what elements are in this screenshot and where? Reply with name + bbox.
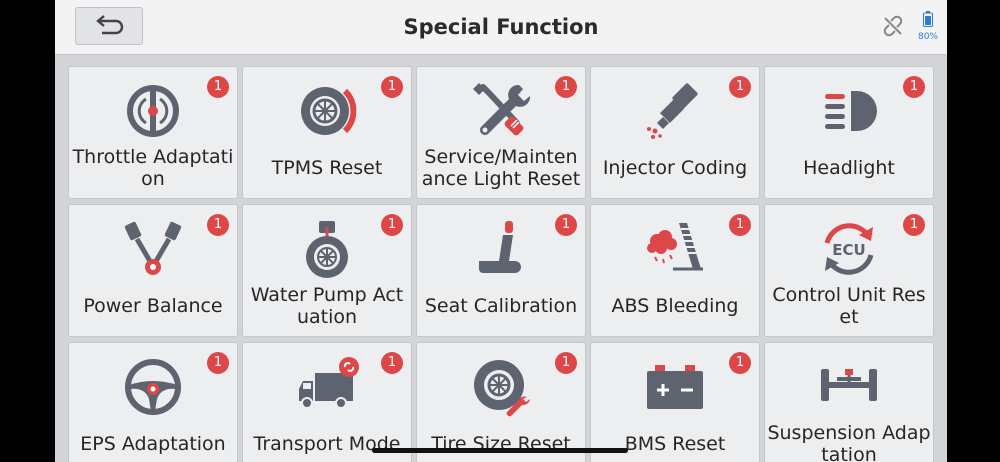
tile-label: Control Unit Reset — [772, 284, 926, 328]
tile-label: Tire Size Reset — [431, 433, 571, 455]
notification-badge: 1 — [381, 214, 403, 236]
engine-cylinders-icon — [124, 221, 182, 275]
injector-icon — [647, 83, 698, 139]
tile-label: Power Balance — [83, 295, 223, 317]
battery-level: 80% — [917, 32, 938, 42]
back-button[interactable] — [75, 7, 143, 45]
tile-label: Transport Mode — [253, 433, 401, 455]
tile-label: Service/Maintenance Light Reset — [421, 146, 581, 190]
battery-status: 80% — [915, 11, 941, 42]
suspension-axle-icon — [821, 369, 877, 401]
tile-throttle-adaptation[interactable]: Throttle Adaptation 1 — [68, 66, 238, 199]
notification-badge: 1 — [207, 214, 229, 236]
home-indicator[interactable] — [372, 448, 628, 453]
headlight-icon — [825, 91, 877, 131]
notification-badge: 1 — [207, 352, 229, 374]
back-arrow-icon — [96, 15, 124, 35]
water-pump-icon — [306, 221, 348, 278]
tile-label: BMS Reset — [624, 433, 726, 455]
steering-wheel-icon — [125, 359, 181, 415]
notification-badge: 1 — [207, 76, 229, 98]
header-bar: Special Function 80% — [55, 0, 947, 55]
tile-seat-calibration[interactable]: Seat Calibration 1 — [416, 204, 586, 337]
app-screen: Special Function 80% Throttle Adaptation… — [55, 0, 947, 462]
tile-label: EPS Adaptation — [80, 433, 226, 455]
tile-injector-coding[interactable]: Injector Coding 1 — [590, 66, 760, 199]
notification-badge: 1 — [381, 76, 403, 98]
notification-badge: 1 — [903, 214, 925, 236]
tile-tpms-reset[interactable]: TPMS Reset 1 — [242, 66, 412, 199]
svg-text:ECU: ECU — [832, 241, 865, 259]
function-grid: Throttle Adaptation 1 TPMS Reset 1 Servi… — [68, 66, 934, 462]
throttle-icon — [127, 85, 179, 137]
tpms-tire-icon — [301, 87, 357, 135]
tile-label: Seat Calibration — [424, 295, 578, 317]
tile-control-unit-reset[interactable]: ECU Control Unit Reset 1 — [764, 204, 934, 337]
tile-power-balance[interactable]: Power Balance 1 — [68, 204, 238, 337]
tile-eps-adaptation[interactable]: EPS Adaptation 1 — [68, 342, 238, 462]
notification-badge: 1 — [555, 214, 577, 236]
tile-headlight[interactable]: Headlight 1 — [764, 66, 934, 199]
tile-tire-size-reset[interactable]: Tire Size Reset 1 — [416, 342, 586, 462]
truck-icon — [299, 357, 359, 409]
notification-badge: 1 — [555, 352, 577, 374]
tile-bms-reset[interactable]: BMS Reset 1 — [590, 342, 760, 462]
tire-wrench-icon — [474, 360, 530, 417]
abs-brake-icon — [647, 223, 703, 271]
battery-icon — [923, 11, 933, 27]
battery-bms-icon — [647, 365, 703, 409]
notification-badge: 1 — [729, 352, 751, 374]
tile-label: Throttle Adaptation — [72, 146, 234, 190]
notification-badge: 1 — [729, 76, 751, 98]
tile-water-pump-actuation[interactable]: Water Pump Actuation 1 — [242, 204, 412, 337]
tile-suspension-adaptation[interactable]: Suspension Adaptation — [764, 342, 934, 462]
ecu-reset-icon: ECU — [824, 223, 874, 275]
tile-label: ABS Bleeding — [611, 295, 739, 317]
notification-badge: 1 — [729, 214, 751, 236]
notification-badge: 1 — [381, 352, 403, 374]
wrench-screwdriver-icon — [473, 83, 531, 136]
tile-transport-mode[interactable]: Transport Mode 1 — [242, 342, 412, 462]
tile-label: Headlight — [803, 157, 895, 179]
notification-badge: 1 — [903, 76, 925, 98]
tile-abs-bleeding[interactable]: ABS Bleeding 1 — [590, 204, 760, 337]
tile-service-light-reset[interactable]: Service/Maintenance Light Reset 1 — [416, 66, 586, 199]
tile-label: Suspension Adaptation — [767, 422, 931, 462]
tile-label: TPMS Reset — [271, 157, 383, 179]
page-title: Special Function — [403, 15, 599, 39]
seat-icon — [479, 221, 521, 273]
unlinked-icon — [883, 15, 903, 37]
tile-label: Water Pump Actuation — [250, 284, 404, 328]
notification-badge: 1 — [555, 76, 577, 98]
tile-label: Injector Coding — [602, 157, 748, 179]
